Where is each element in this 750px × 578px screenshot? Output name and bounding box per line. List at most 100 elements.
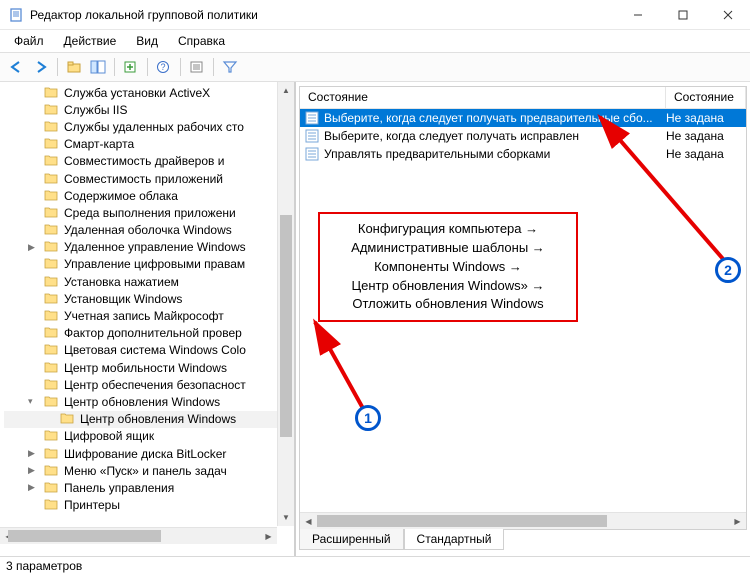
menubar: Файл Действие Вид Справка: [0, 30, 750, 52]
tree-item-label: Установщик Windows: [64, 292, 182, 306]
tree-item-label: Центр мобильности Windows: [64, 361, 227, 375]
tree-item[interactable]: Учетная запись Майкрософт: [4, 307, 292, 324]
tree-item[interactable]: Центр мобильности Windows: [4, 359, 292, 376]
tree-item[interactable]: Центр обеспечения безопасност: [4, 376, 292, 393]
tree-item[interactable]: ▶Меню «Пуск» и панель задач: [4, 462, 292, 479]
tree-item[interactable]: Фактор дополнительной провер: [4, 325, 292, 342]
details-pane: Состояние Состояние Выберите, когда след…: [295, 82, 750, 556]
tree-item[interactable]: Содержимое облака: [4, 187, 292, 204]
tree-item[interactable]: Установка нажатием: [4, 273, 292, 290]
tree-item[interactable]: Установщик Windows: [4, 290, 292, 307]
tab-standard[interactable]: Стандартный: [404, 529, 505, 550]
tree-item-label: Совместимость драйверов и: [64, 154, 224, 168]
folder-icon: [44, 120, 60, 134]
tree-item-label: Среда выполнения приложени: [64, 206, 236, 220]
scroll-left-icon[interactable]: ◀: [300, 513, 317, 529]
svg-text:?: ?: [160, 62, 165, 72]
scroll-down-icon[interactable]: ▼: [278, 509, 294, 526]
tree-item[interactable]: Управление цифровыми правам: [4, 256, 292, 273]
tree-item[interactable]: Цифровой ящик: [4, 428, 292, 445]
tree-item[interactable]: ▶ Удаленное управление Windows: [4, 239, 292, 256]
setting-state: Не задана: [666, 129, 746, 143]
folder-icon: [44, 189, 60, 203]
folder-icon: [44, 395, 60, 409]
tree-item-label: Службы удаленных рабочих сто: [64, 120, 244, 134]
tree-item[interactable]: Центр обновления Windows: [4, 411, 292, 428]
tree-item[interactable]: ▶ Панель управления: [4, 479, 292, 496]
annotation-line: Компоненты Windows →: [330, 258, 566, 277]
folder-icon: [44, 275, 60, 289]
menu-help[interactable]: Справка: [170, 32, 233, 50]
tree-item[interactable]: Принтеры: [4, 497, 292, 514]
policy-tree[interactable]: Служба установки ActiveX Службы IIS Службы…: [0, 82, 294, 544]
tree-item[interactable]: Совместимость приложений: [4, 170, 292, 187]
tree-item[interactable]: Служба установки ActiveX: [4, 84, 292, 101]
chevron-right-icon[interactable]: ▶: [28, 242, 40, 253]
folder-icon: [44, 103, 60, 117]
annotation-line: Центр обновления Windows» →: [330, 277, 566, 296]
chevron-right-icon[interactable]: ▶: [28, 448, 40, 459]
folder-icon: [44, 447, 60, 461]
scroll-right-icon[interactable]: ▶: [260, 528, 277, 544]
help-button[interactable]: ?: [153, 56, 175, 78]
tree-item[interactable]: Службы удаленных рабочих сто: [4, 118, 292, 135]
tree-item-label: Принтеры: [64, 498, 120, 512]
tree-item[interactable]: ▾Центр обновления Windows: [4, 393, 292, 410]
toolbar: ?: [0, 52, 750, 82]
setting-icon: [304, 129, 320, 143]
folder-icon: [44, 326, 60, 340]
back-button[interactable]: [6, 56, 28, 78]
tree-item[interactable]: Цветовая система Windows Colo: [4, 342, 292, 359]
list-horizontal-scrollbar[interactable]: ◀ ▶: [300, 512, 746, 529]
scroll-right-icon[interactable]: ▶: [729, 513, 746, 529]
up-level-button[interactable]: [63, 56, 85, 78]
scroll-up-icon[interactable]: ▲: [278, 82, 294, 99]
filter-button[interactable]: [219, 56, 241, 78]
chevron-right-icon[interactable]: ▶: [28, 465, 40, 476]
tree-horizontal-scrollbar[interactable]: ◀ ▶: [0, 527, 277, 544]
annotation-line: Административные шаблоны →: [330, 239, 566, 258]
export-list-button[interactable]: [120, 56, 142, 78]
list-row[interactable]: Управлять предварительными сборкамиНе за…: [300, 145, 746, 163]
annotation-breadcrumb-box: Конфигурация компьютера → Административн…: [318, 212, 578, 322]
maximize-button[interactable]: [660, 0, 705, 29]
tree-item[interactable]: Смарт-карта: [4, 136, 292, 153]
tree-item[interactable]: Совместимость драйверов и: [4, 153, 292, 170]
folder-icon: [44, 240, 60, 254]
folder-icon: [44, 309, 60, 323]
column-name[interactable]: Состояние: [300, 87, 666, 108]
setting-label: Выберите, когда следует получать предвар…: [324, 111, 666, 125]
minimize-button[interactable]: [615, 0, 660, 29]
close-button[interactable]: [705, 0, 750, 29]
menu-view[interactable]: Вид: [128, 32, 166, 50]
properties-button[interactable]: [186, 56, 208, 78]
tab-extended[interactable]: Расширенный: [299, 529, 404, 550]
scroll-thumb[interactable]: [280, 215, 292, 437]
list-row[interactable]: Выберите, когда следует получать предвар…: [300, 109, 746, 127]
scroll-thumb[interactable]: [317, 515, 607, 527]
tree-vertical-scrollbar[interactable]: ▲ ▼: [277, 82, 294, 526]
chevron-right-icon[interactable]: ▶: [28, 482, 40, 493]
tree-item-label: Удаленное управление Windows: [64, 240, 246, 254]
tree-item[interactable]: ▶Шифрование диска BitLocker: [4, 445, 292, 462]
tree-item[interactable]: Среда выполнения приложени: [4, 204, 292, 221]
window-controls: [615, 0, 750, 29]
statusbar: 3 параметров: [0, 556, 750, 578]
show-hide-tree-button[interactable]: [87, 56, 109, 78]
tree-item-label: Панель управления: [64, 481, 174, 495]
column-state[interactable]: Состояние: [666, 87, 746, 108]
view-tabs: Расширенный Стандартный: [299, 530, 747, 554]
tree-item-label: Удаленная оболочка Windows: [64, 223, 232, 237]
forward-button[interactable]: [30, 56, 52, 78]
tree-item[interactable]: Службы IIS: [4, 101, 292, 118]
menu-action[interactable]: Действие: [56, 32, 125, 50]
tree-item[interactable]: Удаленная оболочка Windows: [4, 222, 292, 239]
chevron-down-icon[interactable]: ▾: [28, 396, 40, 407]
folder-icon: [44, 257, 60, 271]
menu-file[interactable]: Файл: [6, 32, 52, 50]
setting-state: Не задана: [666, 111, 746, 125]
folder-icon: [44, 464, 60, 478]
tree-item-label: Службы IIS: [64, 103, 127, 117]
scroll-thumb[interactable]: [8, 530, 160, 542]
list-row[interactable]: Выберите, когда следует получать исправл…: [300, 127, 746, 145]
